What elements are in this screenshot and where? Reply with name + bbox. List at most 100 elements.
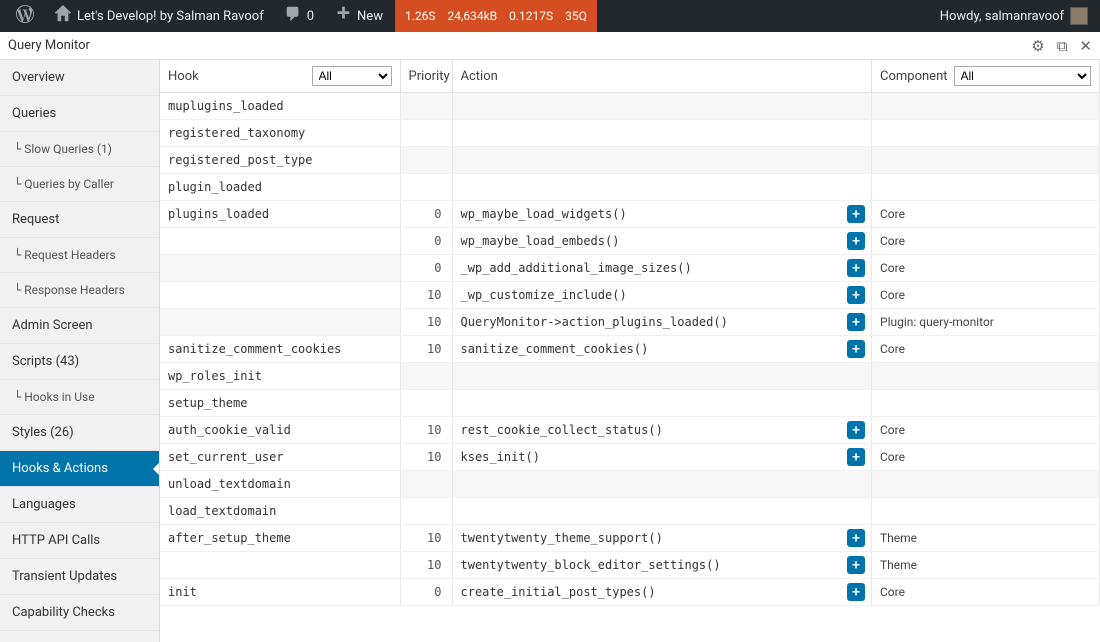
sidebar-item[interactable]: └Response Headers xyxy=(0,273,159,308)
priority-cell: 10 xyxy=(400,552,452,579)
sidebar-item[interactable]: Admin Screen xyxy=(0,308,159,344)
sidebar-item-label: Hooks & Actions xyxy=(12,461,108,476)
sidebar-item[interactable]: Transient Updates xyxy=(0,559,159,595)
howdy-text: Howdy, salmanravoof xyxy=(940,9,1064,24)
th-priority: Priority xyxy=(400,60,452,93)
sidebar-item[interactable]: └Queries by Caller xyxy=(0,167,159,202)
wordpress-icon xyxy=(16,5,34,27)
priority-cell: 0 xyxy=(400,255,452,282)
table-row: init0create_initial_post_types()+Core xyxy=(160,579,1100,606)
sidebar-item[interactable]: Overview xyxy=(0,60,159,96)
action-cell: _wp_add_additional_image_sizes()+ xyxy=(452,255,872,282)
hooks-table: Hook All Priority Action Component All xyxy=(160,60,1100,606)
priority-cell: 10 xyxy=(400,336,452,363)
sidebar-item[interactable]: Scripts (43) xyxy=(0,344,159,380)
hook-cell: set_current_user xyxy=(160,444,400,471)
admin-bar-account[interactable]: Howdy, salmanravoof xyxy=(940,7,1092,25)
priority-cell: 0 xyxy=(400,579,452,606)
hook-cell: registered_taxonomy xyxy=(160,120,400,147)
sidebar-item-label: Hooks in Use xyxy=(24,390,94,404)
action-cell: create_initial_post_types()+ xyxy=(452,579,872,606)
sidebar-item-label: Response Headers xyxy=(24,283,125,297)
comments-link[interactable]: 0 xyxy=(276,0,322,32)
expand-button[interactable]: + xyxy=(847,313,865,331)
hook-cell: setup_theme xyxy=(160,390,400,417)
table-row: plugin_loaded xyxy=(160,174,1100,201)
wp-logo[interactable] xyxy=(8,0,42,32)
table-row: load_textdomain xyxy=(160,498,1100,525)
sidebar-item-label: Request Headers xyxy=(24,248,116,262)
expand-button[interactable]: + xyxy=(847,421,865,439)
sidebar-item-label: Scripts (43) xyxy=(12,354,79,369)
component-cell xyxy=(872,147,1100,174)
priority-cell: 10 xyxy=(400,417,452,444)
hook-cell: registered_post_type xyxy=(160,147,400,174)
hook-filter[interactable]: All xyxy=(312,66,392,86)
sidebar-item-label: Styles (26) xyxy=(12,425,74,440)
admin-bar-left: Let's Develop! by Salman Ravoof 0 New 1.… xyxy=(8,0,597,32)
table-row: wp_roles_init xyxy=(160,363,1100,390)
site-home[interactable]: Let's Develop! by Salman Ravoof xyxy=(46,0,272,32)
hook-cell: after_setup_theme xyxy=(160,525,400,552)
qm-stat-dbtime: 0.1217S xyxy=(509,9,553,23)
action-cell: QueryMonitor->action_plugins_loaded()+ xyxy=(452,309,872,336)
action-cell: wp_maybe_load_widgets()+ xyxy=(452,201,872,228)
expand-button[interactable]: + xyxy=(847,583,865,601)
action-cell xyxy=(452,120,872,147)
th-action: Action xyxy=(452,60,872,93)
hook-cell: init xyxy=(160,579,400,606)
close-icon[interactable]: ✕ xyxy=(1079,37,1092,55)
component-cell: Core xyxy=(872,444,1100,471)
component-cell: Core xyxy=(872,201,1100,228)
expand-button[interactable]: + xyxy=(847,529,865,547)
tree-angle-icon: └ xyxy=(14,177,21,191)
sidebar-item[interactable]: Environment xyxy=(0,631,159,642)
sidebar-item[interactable]: Hooks & Actions xyxy=(0,451,159,487)
action-cell xyxy=(452,93,872,120)
sidebar-item[interactable]: └Slow Queries (1) xyxy=(0,132,159,167)
expand-button[interactable]: + xyxy=(847,286,865,304)
sidebar-item[interactable]: Capability Checks xyxy=(0,595,159,631)
expand-button[interactable]: + xyxy=(847,232,865,250)
component-cell xyxy=(872,390,1100,417)
expand-button[interactable]: + xyxy=(847,259,865,277)
component-cell xyxy=(872,174,1100,201)
table-row: 0wp_maybe_load_embeds()+Core xyxy=(160,228,1100,255)
new-content[interactable]: New xyxy=(326,0,391,32)
qm-main: Hook All Priority Action Component All xyxy=(160,60,1100,642)
expand-button[interactable]: + xyxy=(847,556,865,574)
sidebar-item[interactable]: Request xyxy=(0,202,159,238)
sidebar-item[interactable]: Styles (26) xyxy=(0,415,159,451)
expand-button[interactable]: + xyxy=(847,448,865,466)
hook-cell xyxy=(160,309,400,336)
sidebar-item-label: Request xyxy=(12,212,59,227)
expand-button[interactable]: + xyxy=(847,205,865,223)
expand-button[interactable]: + xyxy=(847,340,865,358)
hook-cell: muplugins_loaded xyxy=(160,93,400,120)
sidebar-item[interactable]: HTTP API Calls xyxy=(0,523,159,559)
new-label: New xyxy=(357,9,383,24)
sidebar-item[interactable]: └Request Headers xyxy=(0,238,159,273)
priority-cell: 10 xyxy=(400,444,452,471)
priority-cell xyxy=(400,471,452,498)
gear-icon[interactable]: ⚙ xyxy=(1031,37,1044,55)
priority-cell: 10 xyxy=(400,525,452,552)
component-cell: Core xyxy=(872,579,1100,606)
table-row: set_current_user10kses_init()+Core xyxy=(160,444,1100,471)
popout-icon[interactable]: ⧉ xyxy=(1057,37,1068,55)
action-cell: rest_cookie_collect_status()+ xyxy=(452,417,872,444)
component-filter[interactable]: All xyxy=(954,66,1092,86)
qm-stats-bar[interactable]: 1.26S 24,634kB 0.1217S 35Q xyxy=(395,0,597,32)
panel-title: Query Monitor xyxy=(8,38,90,53)
priority-cell xyxy=(400,498,452,525)
sidebar-item[interactable]: Languages xyxy=(0,487,159,523)
action-cell: _wp_customize_include()+ xyxy=(452,282,872,309)
sidebar-item[interactable]: Queries xyxy=(0,96,159,132)
component-cell xyxy=(872,93,1100,120)
sidebar-item-label: Admin Screen xyxy=(12,318,93,333)
table-scroll[interactable]: Hook All Priority Action Component All xyxy=(160,60,1100,642)
hook-cell: sanitize_comment_cookies xyxy=(160,336,400,363)
sidebar-item[interactable]: └Hooks in Use xyxy=(0,380,159,415)
component-cell: Core xyxy=(872,282,1100,309)
hook-cell xyxy=(160,228,400,255)
